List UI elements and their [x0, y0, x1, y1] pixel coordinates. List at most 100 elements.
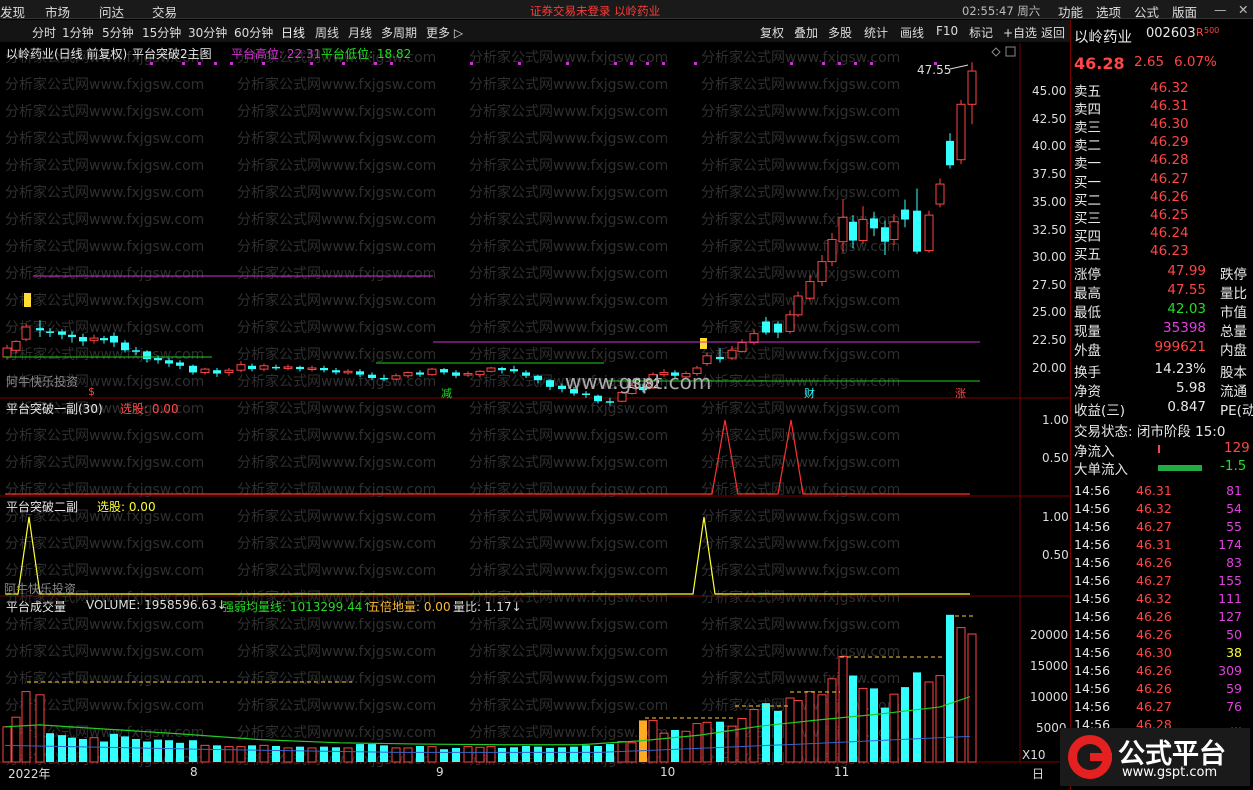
period-monthly[interactable]: 月线: [348, 24, 372, 41]
period-multi[interactable]: 多周期: [381, 24, 417, 41]
tick-volume: 81: [1226, 483, 1242, 498]
watermark-text: 分析家公式网www.fxjgsw.com: [5, 76, 204, 93]
top-dot: [838, 62, 841, 65]
stock-header: 以岭药业 002603 R 500: [1074, 26, 1250, 44]
peak-arrow: [950, 65, 968, 69]
period-timeshare[interactable]: 分时: [32, 24, 56, 41]
period-more[interactable]: 更多 ▷: [426, 24, 463, 41]
menu-function[interactable]: 功能: [1058, 2, 1083, 21]
menu-trade[interactable]: 交易: [152, 2, 177, 21]
multi-stock-button[interactable]: 多股: [828, 24, 852, 41]
candle-body: [606, 401, 614, 403]
menu-options[interactable]: 选项: [1096, 2, 1121, 21]
watermark-text: 分析家公式网www.fxjgsw.com: [469, 535, 668, 552]
volume-bar: [320, 747, 328, 762]
top-dot: [310, 62, 313, 65]
minimize-icon[interactable]: —: [1214, 2, 1227, 17]
main-y-tick: 42.50: [1032, 112, 1066, 126]
tick-row: 14:56 46.32 111: [1074, 591, 1250, 609]
watermark-text: 分析家公式网www.fxjgsw.com: [469, 319, 668, 336]
candle-body: [839, 217, 847, 241]
period-daily[interactable]: 日线: [281, 24, 305, 41]
stat-label: 最低: [1074, 301, 1101, 321]
tick-volume: 38: [1226, 645, 1242, 660]
tick-volume: 59: [1226, 681, 1242, 696]
volume-bar: [260, 745, 268, 762]
ask-label: 卖三: [1074, 116, 1101, 136]
volume-bar: [392, 748, 400, 762]
candle-body: [368, 375, 376, 378]
candle-body: [132, 350, 140, 352]
tick-row: 14:56 46.31 174: [1074, 537, 1250, 555]
sub2-title[interactable]: 平台突破二副: [6, 498, 78, 515]
volume-bar: [213, 745, 221, 762]
candle-body: [356, 371, 364, 374]
sub1-title[interactable]: 平台突破一副(30): [6, 400, 103, 417]
watermark-text: 分析家公式网www.fxjgsw.com: [469, 670, 668, 687]
volume-bar: [606, 744, 614, 762]
mark-button[interactable]: 标记: [969, 24, 993, 41]
watermark-text: 分析家公式网www.fxjgsw.com: [5, 697, 204, 714]
menu-market[interactable]: 市场: [45, 2, 70, 21]
watermark-text: 分析家公式网www.fxjgsw.com: [469, 130, 668, 147]
period-1min[interactable]: 1分钟: [62, 24, 94, 41]
candle-body: [901, 210, 909, 220]
ask-row: 卖五 46.32: [1074, 80, 1250, 98]
watermark-text: 分析家公式网www.fxjgsw.com: [5, 211, 204, 228]
stock-badge-num: 500: [1204, 26, 1219, 35]
candle-body: [913, 211, 921, 252]
volume-bar: [839, 656, 847, 762]
stat-value: 47.99: [1167, 263, 1206, 279]
watermark-text: 分析家公式网www.fxjgsw.com: [237, 319, 436, 336]
volume-bar: [774, 711, 782, 762]
watermark-text: 分析家公式网www.fxjgsw.com: [5, 535, 204, 552]
top-dot: [470, 62, 473, 65]
ask-price: 46.31: [1150, 98, 1189, 114]
main-formula-name[interactable]: 平台突破2主图: [132, 45, 212, 62]
period-30min[interactable]: 30分钟: [188, 24, 227, 41]
period-60min[interactable]: 60分钟: [234, 24, 273, 41]
period-weekly[interactable]: 周线: [315, 24, 339, 41]
draw-line-button[interactable]: 画线: [900, 24, 924, 41]
restore-rights-button[interactable]: 复权: [760, 24, 784, 41]
period-15min[interactable]: 15分钟: [142, 24, 181, 41]
candle-body: [728, 350, 736, 358]
add-favorite-button[interactable]: +自选: [1003, 24, 1037, 41]
stat2-row: 收益(三)0.847PE(动): [1074, 399, 1250, 417]
candle-body: [925, 215, 933, 250]
stat-value: 999621: [1154, 339, 1206, 355]
bid-price: 46.27: [1150, 171, 1189, 187]
menu-layout[interactable]: 版面: [1172, 2, 1197, 21]
stock-period-title: 以岭药业(日线 前复权): [6, 45, 127, 62]
bid-price: 46.26: [1150, 189, 1189, 205]
net-inflow-bar: [1158, 445, 1160, 453]
menu-formula[interactable]: 公式: [1134, 2, 1159, 21]
menu-wenda[interactable]: 问达: [99, 2, 124, 21]
volume-bar: [121, 736, 129, 762]
volume-bar: [649, 720, 657, 762]
candle-body: [308, 368, 316, 370]
bid-label: 买三: [1074, 207, 1101, 227]
watermark-text: 分析家公式网www.fxjgsw.com: [5, 103, 204, 120]
volume-title[interactable]: 平台成交量: [6, 598, 66, 615]
tick-price: 46.26: [1136, 555, 1172, 570]
statistics-button[interactable]: 统计: [864, 24, 888, 41]
volume-bar: [3, 727, 11, 762]
ask-row: 卖二 46.29: [1074, 134, 1250, 152]
volume-bar: [201, 745, 209, 762]
volume-bar: [416, 746, 424, 762]
stat2-right-label: 股本: [1220, 361, 1247, 381]
candle-body: [380, 378, 388, 380]
back-button[interactable]: 返回: [1041, 24, 1065, 41]
candle-body: [213, 370, 221, 373]
tick-volume: 309: [1218, 663, 1242, 678]
period-5min[interactable]: 5分钟: [102, 24, 134, 41]
overlay-button[interactable]: 叠加: [794, 24, 818, 41]
candle-body: [762, 321, 770, 332]
menu-discover[interactable]: 发现: [0, 2, 25, 21]
f10-button[interactable]: F10: [936, 24, 958, 38]
watermark-text: 分析家公式网www.fxjgsw.com: [5, 265, 204, 282]
stat-row: 最低 42.03 市值: [1074, 301, 1250, 319]
close-icon[interactable]: ✕: [1238, 2, 1248, 17]
candle-body: [176, 362, 184, 365]
